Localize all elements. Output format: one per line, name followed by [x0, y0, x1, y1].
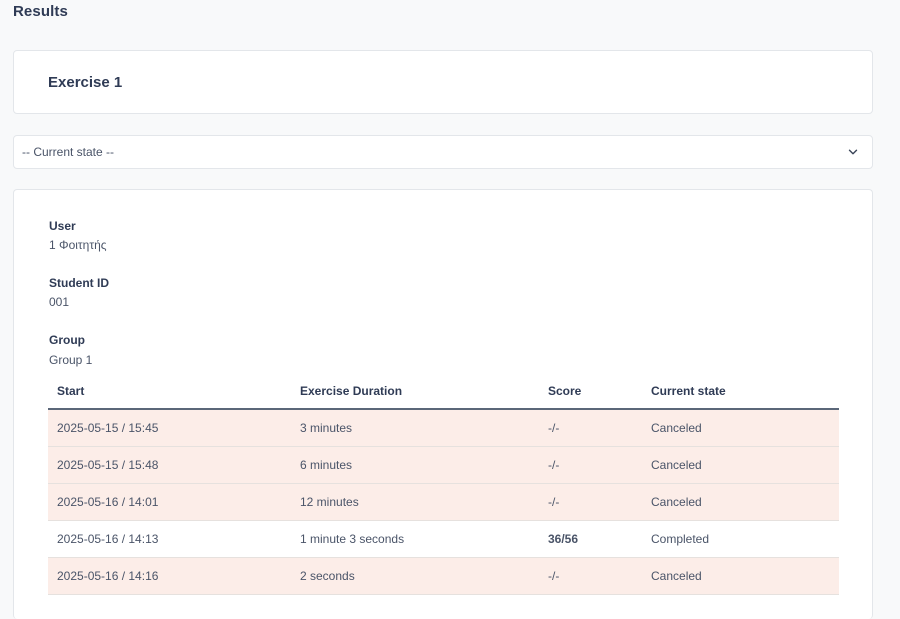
table-row[interactable]: 2025-05-16 / 14:01 12 minutes -/- Cancel… — [48, 483, 839, 521]
cell-start: 2025-05-15 / 15:45 — [48, 409, 291, 447]
cell-state: Canceled — [642, 409, 839, 447]
header-state[interactable]: Current state — [642, 373, 839, 410]
cell-start: 2025-05-15 / 15:48 — [48, 446, 291, 484]
user-label: User — [49, 219, 76, 233]
cell-duration: 12 minutes — [291, 483, 539, 521]
cell-score: -/- — [539, 409, 642, 447]
page-title: Results — [13, 3, 68, 20]
exercise-title: Exercise 1 — [48, 74, 123, 91]
table-row[interactable]: 2025-05-15 / 15:45 3 minutes -/- Cancele… — [48, 409, 839, 447]
table-row[interactable]: 2025-05-16 / 14:16 2 seconds -/- Cancele… — [48, 557, 839, 595]
cell-duration: 2 seconds — [291, 557, 539, 595]
cell-start: 2025-05-16 / 14:16 — [48, 557, 291, 595]
user-value: 1 Φοιτητής — [49, 238, 107, 252]
cell-score: -/- — [539, 446, 642, 484]
header-duration[interactable]: Exercise Duration — [291, 373, 539, 410]
cell-state: Canceled — [642, 483, 839, 521]
current-state-select[interactable]: -- Current state -- — [13, 135, 873, 169]
cell-state: Completed — [642, 520, 839, 558]
cell-state: Canceled — [642, 446, 839, 484]
chevron-down-icon — [848, 149, 858, 155]
cell-score: -/- — [539, 483, 642, 521]
cell-start: 2025-05-16 / 14:01 — [48, 483, 291, 521]
header-start[interactable]: Start — [48, 373, 291, 410]
exercise-card: Exercise 1 — [13, 50, 873, 114]
cell-duration: 6 minutes — [291, 446, 539, 484]
cell-state: Canceled — [642, 557, 839, 595]
header-score[interactable]: Score — [539, 373, 642, 410]
results-card: User 1 Φοιτητής Student ID 001 Group Gro… — [13, 189, 873, 619]
table-row[interactable]: 2025-05-15 / 15:48 6 minutes -/- Cancele… — [48, 446, 839, 484]
table-header-row: Start Exercise Duration Score Current st… — [48, 373, 839, 410]
results-table: Start Exercise Duration Score Current st… — [48, 373, 839, 595]
cell-start: 2025-05-16 / 14:13 — [48, 520, 291, 558]
cell-score: 36/56 — [539, 520, 642, 558]
cell-score: -/- — [539, 557, 642, 595]
current-state-select-value: -- Current state -- — [22, 145, 115, 159]
student-id-label: Student ID — [49, 276, 109, 290]
group-label: Group — [49, 333, 85, 347]
group-value: Group 1 — [49, 353, 93, 367]
cell-duration: 3 minutes — [291, 409, 539, 447]
table-row[interactable]: 2025-05-16 / 14:13 1 minute 3 seconds 36… — [48, 520, 839, 558]
student-id-value: 001 — [49, 295, 70, 309]
cell-duration: 1 minute 3 seconds — [291, 520, 539, 558]
